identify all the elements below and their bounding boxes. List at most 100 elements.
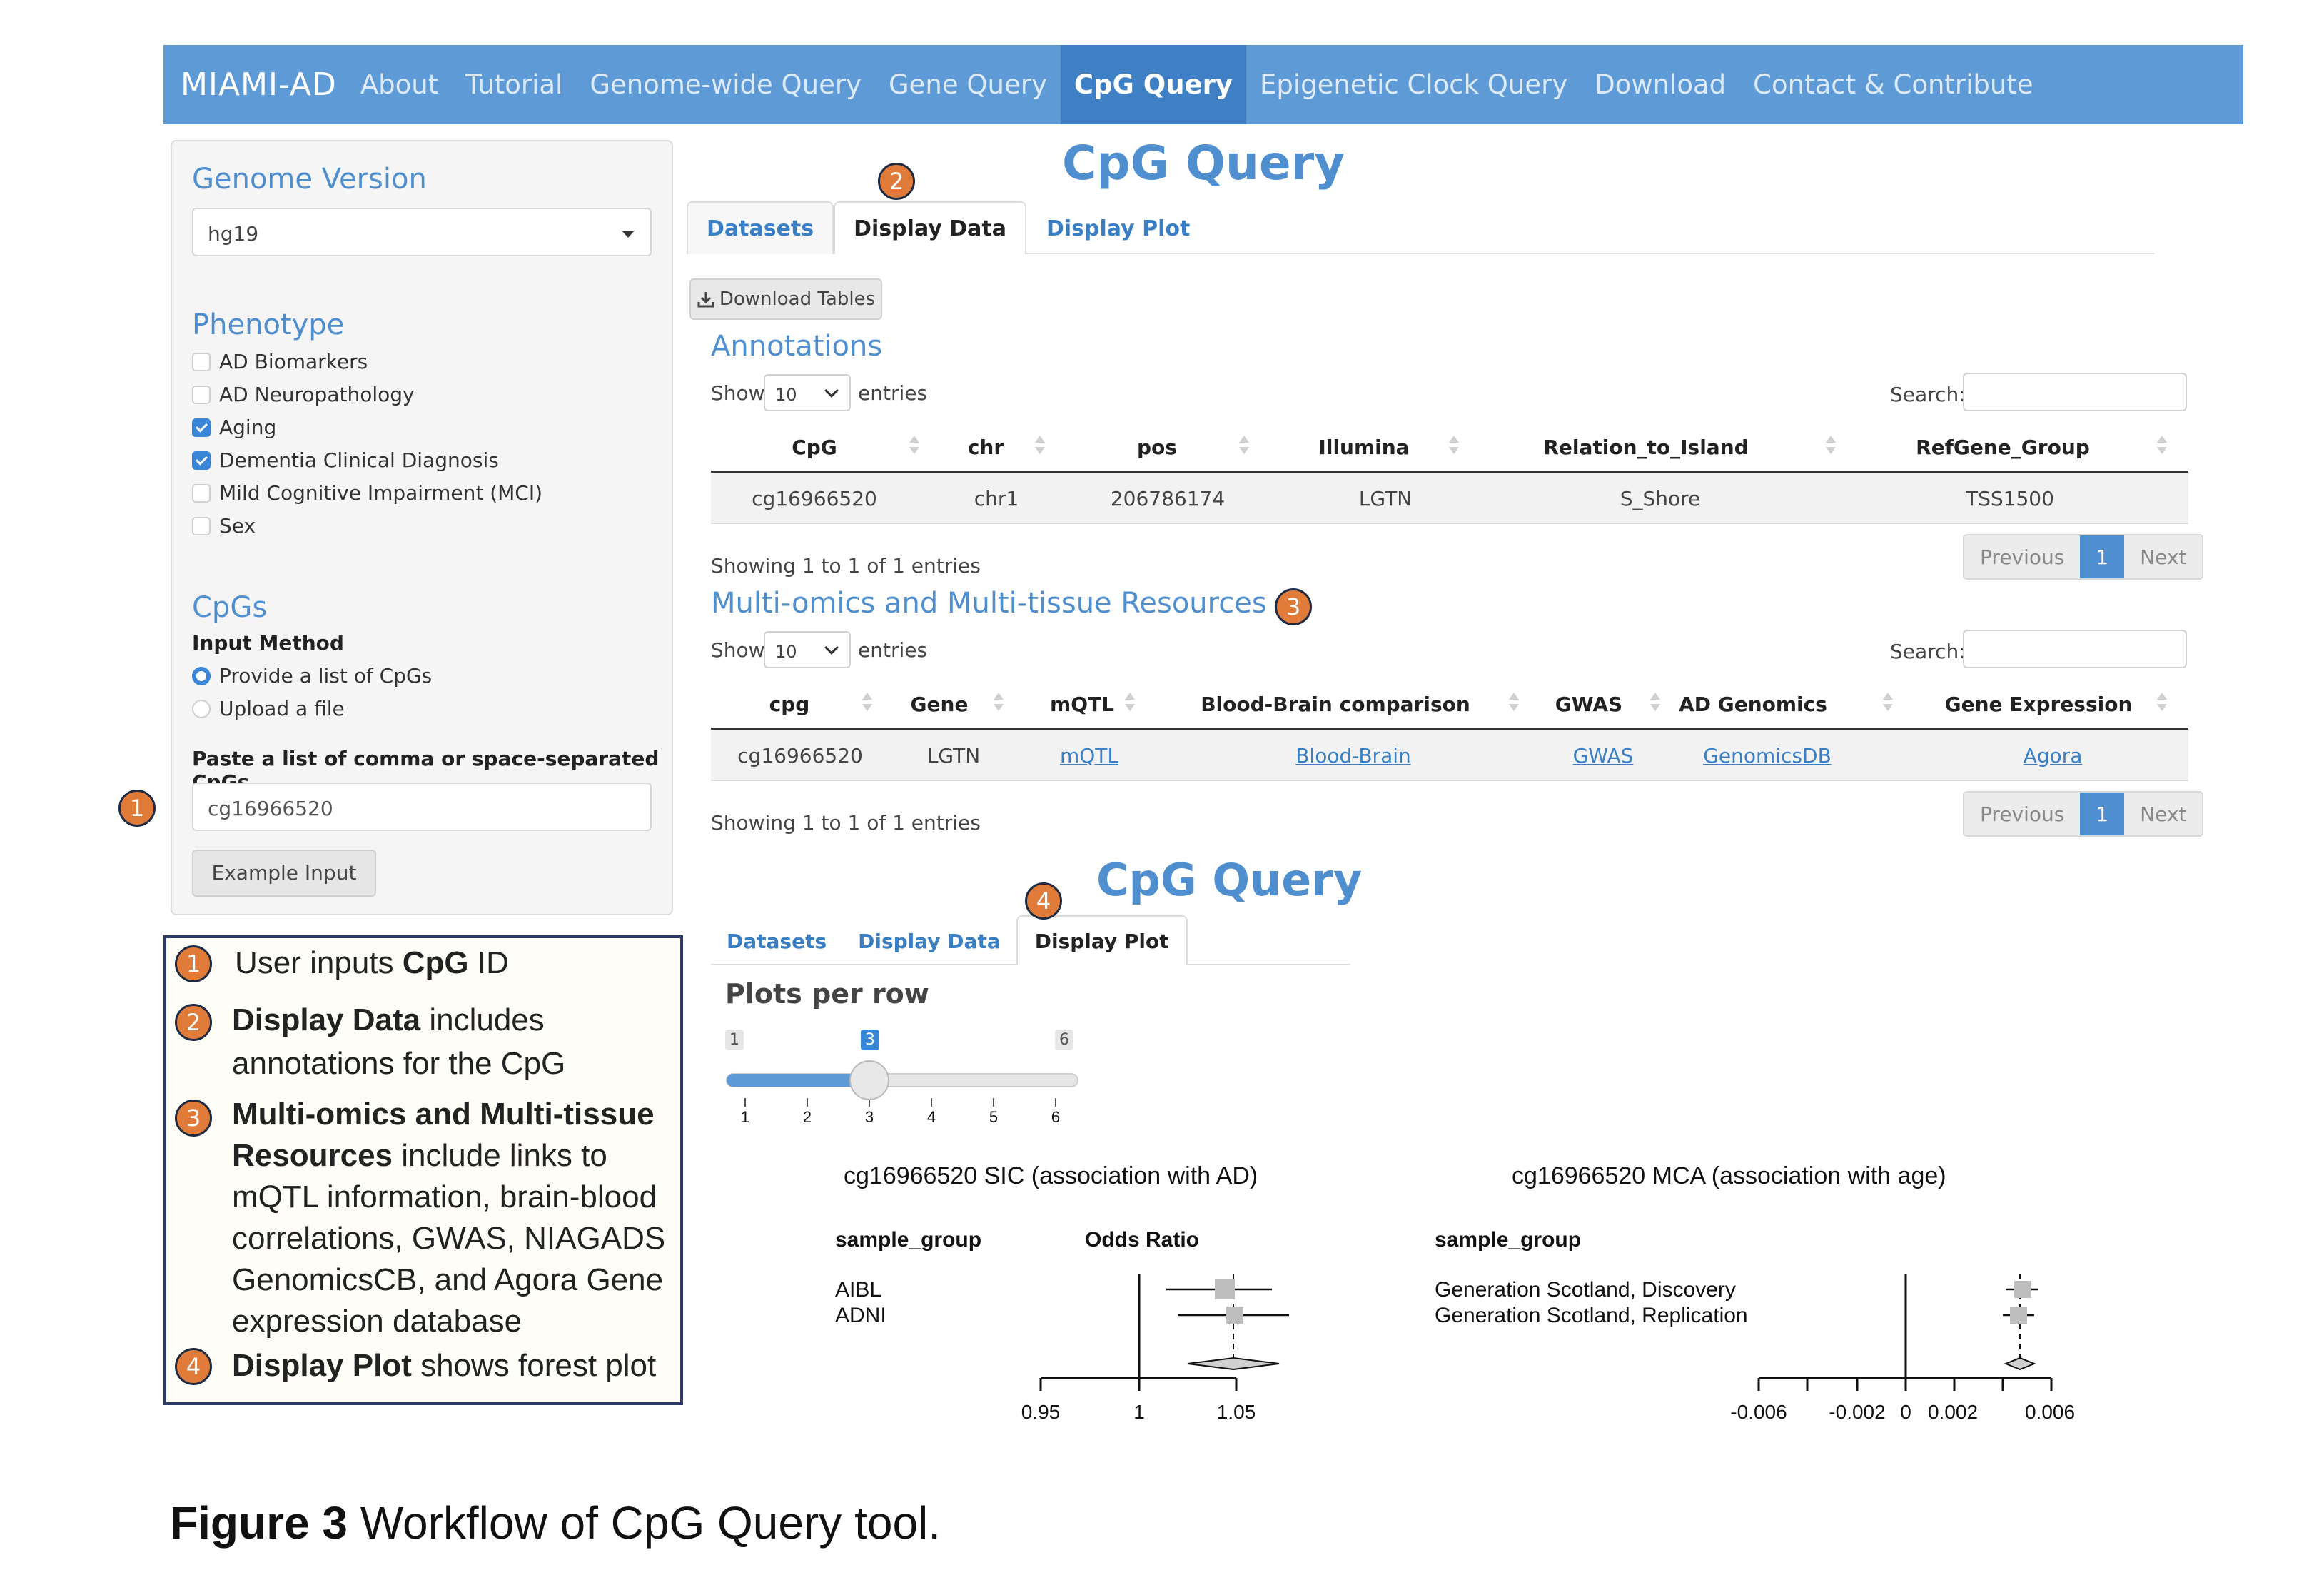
tab-datasets[interactable]: Datasets (687, 201, 834, 254)
nav-tutorial[interactable]: Tutorial (452, 45, 576, 124)
phenotype-ad-neuropathology[interactable]: AD Neuropathology (192, 383, 415, 406)
genome-version-value: hg19 (208, 222, 259, 246)
sort-icon[interactable] (1035, 436, 1045, 457)
step-3-marker: 3 (1275, 588, 1312, 625)
sort-icon[interactable] (1125, 693, 1135, 714)
col-gene-expression[interactable]: Gene Expression (1896, 678, 2181, 730)
tab-display-plot[interactable]: Display Plot (1016, 915, 1188, 965)
col-gene[interactable]: Gene (868, 678, 1011, 730)
phenotype-ad-biomarkers[interactable]: AD Biomarkers (192, 350, 368, 373)
radio-provide-list[interactable]: Provide a list of CpGs (192, 664, 432, 688)
cell-cpg: cg16966520 (752, 486, 877, 510)
example-input-button[interactable]: Example Input (192, 850, 376, 897)
nav-about[interactable]: About (347, 45, 452, 124)
x-tick-label: 0.006 (2024, 1401, 2076, 1423)
previous-button[interactable]: Previous (1964, 792, 2081, 835)
sort-icon[interactable] (2157, 436, 2167, 457)
next-button[interactable]: Next (2124, 792, 2203, 835)
nav-contact[interactable]: Contact & Contribute (1739, 45, 2046, 124)
sort-icon[interactable] (1239, 436, 1249, 457)
link-genomicsdb[interactable]: GenomicsDB (1682, 730, 1853, 781)
legend-step-4: Display Plot shows forest plot (232, 1348, 657, 1383)
link-mqtl[interactable]: mQTL (1011, 730, 1168, 781)
col-blood-brain[interactable]: Blood-Brain comparison (1153, 678, 1517, 730)
checkbox-label: Aging (219, 416, 277, 439)
plot-tabs: Datasets Display Data Display Plot (711, 915, 1188, 965)
annotations-search-input[interactable] (1963, 373, 2187, 411)
slider-min-label: 1 (725, 1030, 744, 1050)
page-1-button[interactable]: 1 (2080, 792, 2125, 835)
x-tick-label: 0.002 (1927, 1401, 1979, 1423)
checkbox-icon[interactable] (192, 516, 211, 535)
sort-icon[interactable] (1449, 436, 1459, 457)
checkbox-icon[interactable] (192, 352, 211, 371)
annotations-pagination: Previous 1 Next (1963, 534, 2204, 580)
page-1-button[interactable]: 1 (2080, 535, 2125, 578)
sample-group-header: sample_group (1435, 1228, 1582, 1252)
plots-per-row-slider[interactable] (721, 1057, 1092, 1128)
col-relation-to-island[interactable]: Relation_to_Island (1467, 421, 1824, 473)
brand-logo[interactable]: MIAMI-AD (163, 66, 347, 103)
previous-button[interactable]: Previous (1964, 535, 2081, 578)
tab-display-data[interactable]: Display Data (834, 201, 1026, 254)
phenotype-aging[interactable]: Aging (192, 416, 276, 439)
col-chr[interactable]: chr (918, 421, 1054, 473)
checkbox-icon[interactable] (192, 385, 211, 404)
group-label: ADNI (835, 1304, 886, 1327)
col-cpg[interactable]: CpG (711, 421, 918, 473)
page-length-select[interactable]: 10 (764, 631, 851, 668)
x-tick-label: -0.002 (1829, 1401, 1886, 1423)
checkbox-checked-icon[interactable] (192, 418, 211, 437)
checkbox-label: AD Neuropathology (219, 383, 415, 406)
table-row: cg16966520 chr1 206786174 LGTN S_Shore T… (711, 473, 2188, 524)
sort-icon[interactable] (1883, 693, 1893, 714)
link-gwas[interactable]: GWAS (1525, 730, 1682, 781)
col-gwas[interactable]: GWAS (1517, 678, 1660, 730)
link-blood-brain[interactable]: Blood-Brain (1168, 730, 1539, 781)
radio-icon[interactable] (192, 699, 211, 718)
col-illumina[interactable]: Illumina (1260, 421, 1467, 473)
phenotype-sex[interactable]: Sex (192, 514, 256, 538)
page-length-select[interactable]: 10 (764, 374, 851, 411)
phenotype-mci[interactable]: Mild Cognitive Impairment (MCI) (192, 481, 542, 505)
genome-version-select[interactable]: hg19 (192, 208, 652, 256)
step-2-marker: 2 (878, 163, 915, 200)
nav-epigenetic-clock-query[interactable]: Epigenetic Clock Query (1246, 45, 1581, 124)
phenotype-dementia-clinical-diagnosis[interactable]: Dementia Clinical Diagnosis (192, 448, 499, 472)
tab-display-plot[interactable]: Display Plot (1026, 201, 1210, 254)
sort-icon[interactable] (994, 693, 1004, 714)
chevron-down-icon (824, 640, 839, 655)
nav-gene-query[interactable]: Gene Query (875, 45, 1061, 124)
checkbox-icon[interactable] (192, 483, 211, 503)
multiomics-pagination: Previous 1 Next (1963, 791, 2204, 837)
sort-icon[interactable] (1650, 693, 1660, 714)
col-ad-genomics[interactable]: AD Genomics (1660, 678, 1846, 730)
radio-upload-file[interactable]: Upload a file (192, 697, 345, 720)
link-agora[interactable]: Agora (1910, 730, 2196, 781)
cpg-list-input[interactable]: cg16966520 (192, 783, 652, 831)
nav-download[interactable]: Download (1581, 45, 1739, 124)
annotations-table-header: CpG chr pos Illumina Relation_to_Island … (711, 421, 2188, 473)
col-pos[interactable]: pos (1054, 421, 1260, 473)
x-tick-label: 0.95 (1021, 1401, 1061, 1423)
checkbox-checked-icon[interactable] (192, 451, 211, 470)
col-refgene-group[interactable]: RefGene_Group (1839, 421, 2167, 473)
nav-cpg-query[interactable]: CpG Query (1060, 45, 1247, 124)
slider-tick: 3 (864, 1108, 874, 1126)
caret-down-icon (622, 231, 635, 238)
group-label: Generation Scotland, Discovery (1435, 1278, 1736, 1302)
radio-selected-icon[interactable] (192, 666, 211, 685)
sort-icon[interactable] (2157, 693, 2167, 714)
multiomics-search-input[interactable] (1963, 630, 2187, 668)
col-cpg[interactable]: cpg (711, 678, 868, 730)
tab-datasets[interactable]: Datasets (711, 915, 842, 965)
nav-genome-wide-query[interactable]: Genome-wide Query (576, 45, 875, 124)
plot-panel-title: CpG Query (1096, 854, 1363, 906)
slider-tick: 6 (1051, 1108, 1061, 1126)
download-tables-button[interactable]: Download Tables (689, 278, 882, 320)
step-3-badge: 3 (175, 1100, 212, 1137)
next-button[interactable]: Next (2124, 535, 2203, 578)
tab-display-data[interactable]: Display Data (842, 915, 1016, 965)
summary-diamond (1187, 1357, 1280, 1371)
sort-icon[interactable] (1826, 436, 1836, 457)
